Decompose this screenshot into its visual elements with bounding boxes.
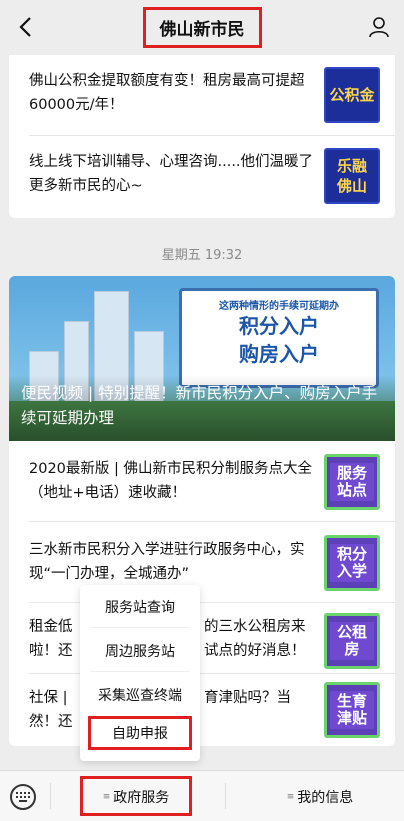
article-item[interactable]: 2020最新版 | 佛山新市民积分制服务点大全（地址+电话）速收藏！ 服务站点 [9,441,395,521]
article-item[interactable]: 佛山公积金提取额度有变！租房最高可提超60000元/年！ 公积金 [9,55,395,135]
article-title-part: 试点的好消息！ [204,643,306,659]
article-title: 线上线下培训辅导、心理咨询.....他们温暖了更多新市民的心~ [29,154,314,194]
article-item[interactable]: 租金低 的三水公租房来 啦！还 试点的好消息！ 公租房 [9,603,395,673]
article-card-top: 佛山公积金提取额度有变！租房最高可提超60000元/年！ 公积金 线上线下培训辅… [9,55,395,218]
profile-button[interactable] [364,12,394,42]
sign-line: 积分入户 [239,314,319,338]
thumbnail-label: 积分入学 [330,544,374,582]
banner-headline: 便民视频 | 特别提醒！新市民积分入户、购房入户手续可延期办理 [9,375,395,441]
back-button[interactable] [10,12,40,42]
keyboard-icon [16,792,30,802]
article-thumbnail: 公租房 [324,613,380,669]
tab-my-info[interactable]: ≡ 我的信息 [250,771,390,821]
article-thumbnail: 公积金 [324,67,380,123]
top-bar: 佛山新市民 [0,0,404,55]
service-popup-menu: 服务站查询 周边服务站 采集巡查终端 自助申报 [80,585,200,761]
sign-caption: 这两种情形的手续可延期办 [219,301,339,312]
banner-sign: 这两种情形的手续可延期办 积分入户 购房入户 [179,288,379,388]
tab-divider [225,783,226,809]
menu-item-service-station-query[interactable]: 服务站查询 [80,597,200,617]
article-thumbnail: 生育津贴 [324,682,380,738]
tab-divider [50,783,51,809]
menu-item-nearby-stations[interactable]: 周边服务站 [80,641,200,661]
article-item[interactable]: 三水新市民积分入学进驻行政服务中心，实现“一门办理，全城通办” 积分入学 [9,522,395,602]
article-thumbnail: 乐融佛山 [324,148,380,204]
sign-line: 购房入户 [239,342,319,366]
thumbnail-label: 公租房 [330,622,374,660]
menu-item-inspection-terminal[interactable]: 采集巡查终端 [80,685,200,705]
article-thumbnail: 服务站点 [324,454,380,510]
article-title: 三水新市民积分入学进驻行政服务中心，实现“一门办理，全城通办” [29,542,305,582]
person-icon [369,17,389,38]
menu-item-self-declaration[interactable]: 自助申报 [88,716,192,750]
keyboard-toggle[interactable] [10,784,36,810]
article-title-part: 育津贴吗？当 [204,690,291,706]
menu-separator [90,627,190,628]
thumbnail-label: 生育津贴 [330,691,374,729]
message-timestamp: 星期五 19:32 [161,248,243,263]
chevron-left-icon [19,17,31,37]
menu-icon: ≡ [286,791,295,802]
article-title-part: 的三水公租房来 [204,619,306,635]
thumbnail-label: 服务站点 [330,463,374,501]
page-title: 佛山新市民 [142,7,262,48]
highlight-box [80,776,192,816]
banner-article[interactable]: 这两种情形的手续可延期办 积分入户 购房入户 便民视频 | 特别提醒！新市民积分… [9,276,395,441]
menu-separator [90,671,190,672]
article-title: 2020最新版 | 佛山新市民积分制服务点大全（地址+电话）速收藏！ [29,461,313,501]
article-title: 佛山公积金提取额度有变！租房最高可提超60000元/年！ [29,73,305,113]
bottom-menu-bar: ≡ 政府服务 ≡ 我的信息 [0,770,404,821]
article-thumbnail: 积分入学 [324,535,380,591]
article-item[interactable]: 线上线下培训辅导、心理咨询.....他们温暖了更多新市民的心~ 乐融佛山 [9,136,395,218]
tab-label: 我的信息 [297,789,354,806]
article-card-main: 这两种情形的手续可延期办 积分入户 购房入户 便民视频 | 特别提醒！新市民积分… [9,276,395,746]
article-item[interactable]: 社保 | 育津贴吗？当 然！还 生育津贴 [9,674,395,746]
